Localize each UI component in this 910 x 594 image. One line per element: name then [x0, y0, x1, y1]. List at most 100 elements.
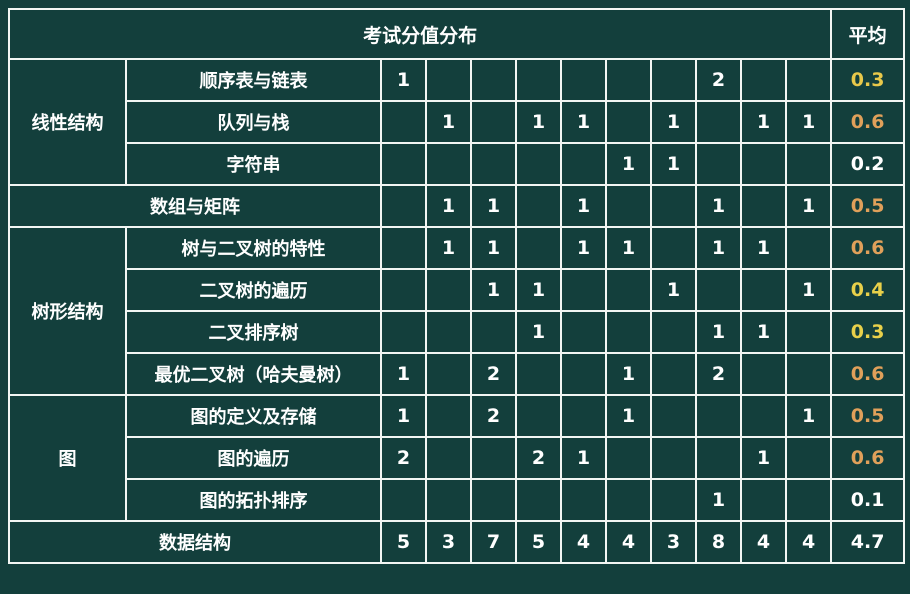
score-cell	[605, 100, 652, 144]
category-linear: 线性结构	[8, 58, 127, 186]
score-cell	[560, 142, 607, 186]
score-cell	[425, 142, 472, 186]
total-cell: 7	[470, 520, 517, 564]
topic-label: 顺序表与链表	[125, 58, 382, 102]
score-cell: 1	[784, 394, 833, 438]
avg-cell: 0.6	[830, 436, 906, 480]
score-cell: 2	[695, 58, 742, 102]
score-cell	[560, 310, 607, 354]
score-cell: 1	[605, 352, 652, 396]
score-cell: 1	[650, 268, 697, 312]
score-cell	[650, 226, 697, 270]
score-cell	[650, 478, 697, 522]
total-cell: 3	[425, 520, 472, 564]
score-cell: 1	[470, 184, 517, 228]
total-cell: 5	[380, 520, 427, 564]
score-cell	[515, 184, 562, 228]
score-cell: 1	[695, 226, 742, 270]
score-cell	[650, 436, 697, 480]
topic-label: 图的定义及存储	[125, 394, 382, 438]
chalkboard: 考试分值分布 平均 线性结构 顺序表与链表 1 2 0.3 队列与栈 1 1 1…	[0, 0, 910, 594]
table-title: 考试分值分布	[7, 8, 833, 60]
score-cell: 1	[695, 310, 742, 354]
score-cell	[515, 58, 562, 102]
table-row: 线性结构 顺序表与链表 1 2 0.3	[8, 58, 906, 186]
avg-cell: 0.6	[830, 100, 906, 144]
score-cell	[380, 478, 427, 522]
topic-label: 图的拓扑排序	[125, 478, 382, 522]
score-cell	[425, 352, 472, 396]
score-cell	[740, 142, 787, 186]
score-cell	[560, 352, 607, 396]
score-cell	[560, 58, 607, 102]
score-cell	[784, 352, 833, 396]
table-row: 二叉排序树 1 1 1 0.3	[9, 310, 906, 354]
score-cell	[605, 310, 652, 354]
score-cell	[605, 58, 652, 102]
score-cell	[515, 478, 562, 522]
score-cell: 1	[784, 268, 833, 312]
score-cell	[695, 142, 742, 186]
score-cell	[740, 352, 787, 396]
avg-cell: 0.6	[830, 352, 906, 396]
score-cell: 1	[740, 310, 787, 354]
score-cell: 1	[784, 184, 833, 228]
table-row: 树形结构 树与二叉树的特性 1 1 1 1 1 1 0.6	[8, 226, 906, 396]
avg-cell: 0.3	[830, 58, 906, 102]
score-cell	[605, 184, 652, 228]
avg-cell: 0.1	[830, 478, 906, 522]
total-cell: 4	[740, 520, 787, 564]
score-cell	[784, 436, 833, 480]
score-cell: 1	[515, 310, 562, 354]
avg-cell: 0.6	[830, 226, 906, 270]
table-row: 最优二叉树（哈夫曼树） 1 2 1 2 0.6	[9, 352, 906, 396]
score-cell: 1	[605, 226, 652, 270]
table-row: 图的拓扑排序 1 0.1	[9, 478, 906, 522]
score-cell: 1	[605, 394, 652, 438]
score-cell	[605, 436, 652, 480]
total-avg-cell: 4.7	[830, 520, 906, 564]
score-cell	[695, 436, 742, 480]
score-cell	[605, 478, 652, 522]
score-cell	[650, 310, 697, 354]
score-cell: 1	[560, 100, 607, 144]
avg-cell: 0.5	[830, 394, 906, 438]
score-cell	[650, 58, 697, 102]
topic-label: 最优二叉树（哈夫曼树）	[125, 352, 382, 396]
total-cell: 4	[605, 520, 652, 564]
topic-label: 二叉排序树	[125, 310, 382, 354]
header-row: 考试分值分布 平均	[7, 8, 906, 60]
score-cell: 1	[740, 226, 787, 270]
score-cell	[470, 142, 517, 186]
score-cell: 2	[695, 352, 742, 396]
topic-label: 队列与栈	[125, 100, 382, 144]
score-cell	[740, 478, 787, 522]
score-cell: 1	[740, 436, 787, 480]
table-row: 字符串 1 1 0.2	[9, 142, 906, 186]
score-cell	[515, 142, 562, 186]
score-cell: 2	[470, 352, 517, 396]
score-cell	[515, 226, 562, 270]
score-cell	[740, 184, 787, 228]
score-cell: 1	[380, 394, 427, 438]
score-distribution-table: 考试分值分布 平均 线性结构 顺序表与链表 1 2 0.3 队列与栈 1 1 1…	[7, 8, 906, 564]
score-cell	[695, 394, 742, 438]
score-cell	[425, 436, 472, 480]
score-cell	[380, 184, 427, 228]
score-cell	[380, 310, 427, 354]
total-cell: 4	[560, 520, 607, 564]
score-cell: 1	[425, 184, 472, 228]
score-cell: 1	[380, 352, 427, 396]
score-cell	[784, 226, 833, 270]
score-cell	[425, 394, 472, 438]
score-cell	[784, 310, 833, 354]
score-cell	[740, 58, 787, 102]
score-cell	[470, 58, 517, 102]
category-tree: 树形结构	[8, 226, 127, 396]
topic-label: 字符串	[125, 142, 382, 186]
score-cell: 1	[470, 226, 517, 270]
avg-cell: 0.3	[830, 310, 906, 354]
score-cell	[470, 100, 517, 144]
score-cell	[425, 310, 472, 354]
score-cell	[650, 394, 697, 438]
